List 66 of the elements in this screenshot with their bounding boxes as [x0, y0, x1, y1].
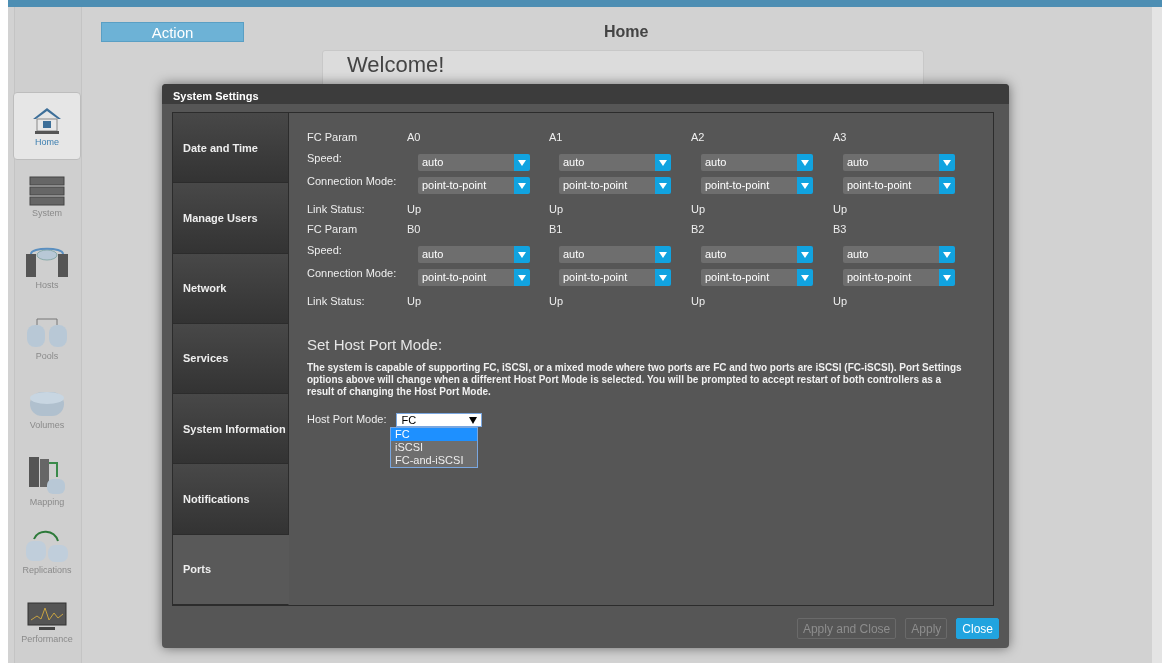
field-label: Connection Mode: — [307, 267, 397, 279]
param-label: FC Param — [307, 131, 359, 145]
port-label: B1 — [549, 223, 563, 235]
monitor-chart-icon — [27, 602, 67, 632]
caret-icon — [518, 182, 526, 189]
settings-tab[interactable]: Manage Users — [173, 183, 289, 254]
caret-icon — [659, 274, 667, 281]
server-disk-icon — [27, 455, 67, 495]
section-heading: Set Host Port Mode: — [307, 336, 444, 353]
field-label: Host Port Mode: — [307, 413, 387, 427]
param-label: FC Param — [307, 223, 359, 237]
link-status: Up — [691, 203, 706, 215]
disk-stack-icon — [25, 317, 69, 349]
field-label: Speed: — [307, 152, 342, 164]
dialog-button[interactable]: Close — [956, 618, 999, 639]
caret-icon — [943, 159, 951, 166]
field-label: Link Status: — [307, 295, 365, 307]
port-label: A3 — [833, 131, 847, 143]
caret-icon — [659, 182, 667, 189]
page-title: Home — [604, 23, 649, 41]
link-status: Up — [691, 295, 706, 307]
caret-icon — [801, 274, 809, 281]
field-label: Connection Mode: — [307, 175, 397, 187]
welcome-heading: Welcome! — [347, 52, 445, 77]
link-status: Up — [549, 203, 564, 215]
field-label: Speed: — [307, 244, 342, 256]
description-text: The system is capable of supporting FC, iSCSI, or a mixed mode where two ports are FC and two ports are iSCSI (FC-iSCSI). Port Settings options above will change when a different Host Port Mode is selected. You will be prompted to accept restart of both controllers as a result of changing the Host Port Mode. — [307, 362, 963, 398]
disk-transfer-icon — [24, 529, 70, 563]
link-status: Up — [407, 203, 422, 215]
nav-item[interactable]: Home — [13, 92, 81, 160]
host-port-mode-select[interactable]: FC — [396, 413, 483, 427]
caret-icon — [801, 159, 809, 166]
dropdown-option[interactable]: FC — [391, 428, 477, 441]
caret-icon — [801, 182, 809, 189]
link-status: Up — [833, 295, 848, 307]
caret-icon — [943, 182, 951, 189]
caret-icon — [518, 274, 526, 281]
port-label: A0 — [407, 131, 421, 143]
settings-tab[interactable]: System Information — [173, 394, 289, 465]
caret-icon — [518, 251, 526, 258]
link-status: Up — [833, 203, 848, 215]
caret-icon — [659, 251, 667, 258]
caret-icon — [801, 251, 809, 258]
port-label: A1 — [549, 131, 563, 143]
settings-tab[interactable]: Network — [173, 253, 289, 324]
settings-tab[interactable]: Notifications — [173, 464, 289, 535]
servers-icon — [25, 246, 69, 278]
caret-icon — [943, 274, 951, 281]
server-rack-icon — [29, 176, 65, 206]
house-icon — [31, 105, 63, 135]
caret-icon — [469, 416, 478, 424]
caret-icon — [659, 159, 667, 166]
dialog-title: System Settings — [173, 90, 259, 102]
link-status: Up — [407, 295, 422, 307]
field-label: Link Status: — [307, 203, 365, 215]
dropdown-option[interactable]: iSCSI — [391, 441, 477, 454]
port-label: A2 — [691, 131, 705, 143]
port-label: B2 — [691, 223, 705, 235]
caret-icon — [518, 159, 526, 166]
port-label: B0 — [407, 223, 421, 235]
settings-tab[interactable]: Date and Time — [173, 113, 289, 184]
link-status: Up — [549, 295, 564, 307]
settings-tab[interactable]: Services — [173, 323, 289, 395]
caret-icon — [943, 251, 951, 258]
port-label: B3 — [833, 223, 847, 235]
dropdown-option[interactable]: FC-and-iSCSI — [391, 454, 477, 467]
